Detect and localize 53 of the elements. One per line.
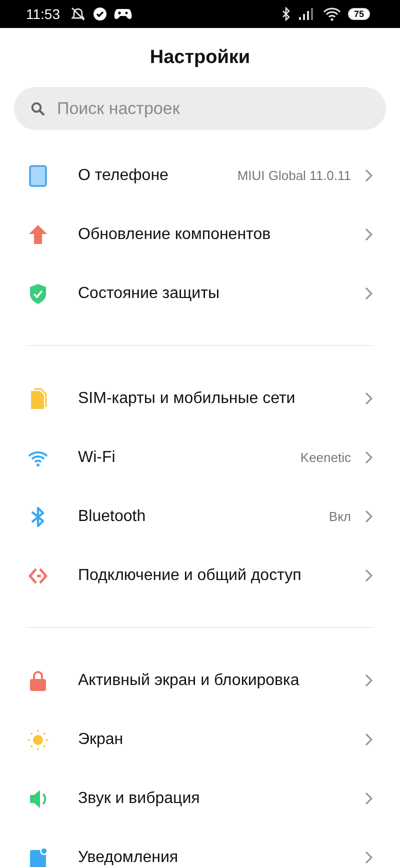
chevron-right-icon <box>365 569 373 582</box>
settings-item[interactable]: SIM-карты и мобильные сети <box>0 369 400 428</box>
item-label: Уведомления <box>78 848 180 866</box>
chevron-right-icon <box>365 851 373 864</box>
settings-item[interactable]: Wi-Fi Keenetic <box>0 428 400 487</box>
settings-item[interactable]: Подключение и общий доступ <box>0 546 400 605</box>
item-value: Вкл <box>328 509 351 524</box>
speaker-icon <box>28 788 48 810</box>
item-label: SIM-карты и мобильные сети <box>78 390 296 408</box>
settings-item[interactable]: Уведомления <box>0 828 400 867</box>
settings-item[interactable]: Обновление компонентов <box>0 205 400 264</box>
lock-icon <box>28 670 48 692</box>
settings-item[interactable]: Экран <box>0 710 400 769</box>
battery-level: 75 <box>348 8 370 20</box>
chevron-right-icon <box>365 674 373 687</box>
settings-item[interactable]: Bluetooth Вкл <box>0 487 400 546</box>
chevron-right-icon <box>365 510 373 523</box>
chevron-right-icon <box>365 228 373 241</box>
clock: 11:53 <box>26 6 60 22</box>
item-label: Состояние защиты <box>78 284 220 302</box>
muted-alarm-icon <box>70 7 86 21</box>
search-field[interactable]: Поиск настроек <box>14 87 386 130</box>
chevron-right-icon <box>365 733 373 746</box>
sun-icon <box>28 728 48 750</box>
settings-item[interactable]: Состояние защиты <box>0 264 400 323</box>
shield-icon <box>28 282 48 304</box>
item-label: Экран <box>78 730 124 748</box>
item-label: Звук и вибрация <box>78 790 201 808</box>
item-label: Bluetooth <box>78 508 147 526</box>
item-label: Подключение и общий доступ <box>78 566 302 584</box>
wifi-icon <box>322 7 341 21</box>
check-circle-icon <box>93 7 107 21</box>
up-arrow-icon <box>28 224 48 246</box>
phone-icon <box>28 164 48 186</box>
gamepad-icon <box>114 8 132 20</box>
sim-card-icon <box>28 388 48 410</box>
signal-icon <box>298 8 316 20</box>
chevron-right-icon <box>365 287 373 300</box>
item-value: Keenetic <box>300 450 351 465</box>
page-title: Настройки <box>148 46 252 70</box>
item-label: О телефоне <box>78 166 170 184</box>
chevron-right-icon <box>365 392 373 405</box>
settings-item[interactable]: О телефоне MIUI Global 11.0.11 <box>0 146 400 205</box>
chevron-right-icon <box>365 792 373 805</box>
item-value: MIUI Global 11.0.11 <box>237 168 351 183</box>
bluetooth-icon <box>280 7 291 21</box>
chevron-right-icon <box>365 451 373 464</box>
item-label: Активный экран и блокировка <box>78 672 300 690</box>
chevron-right-icon <box>365 169 373 182</box>
item-label: Wi-Fi <box>78 448 116 466</box>
settings-item[interactable]: Звук и вибрация <box>0 769 400 828</box>
item-label: Обновление компонентов <box>78 226 272 244</box>
settings-item[interactable]: Активный экран и блокировка <box>0 651 400 710</box>
